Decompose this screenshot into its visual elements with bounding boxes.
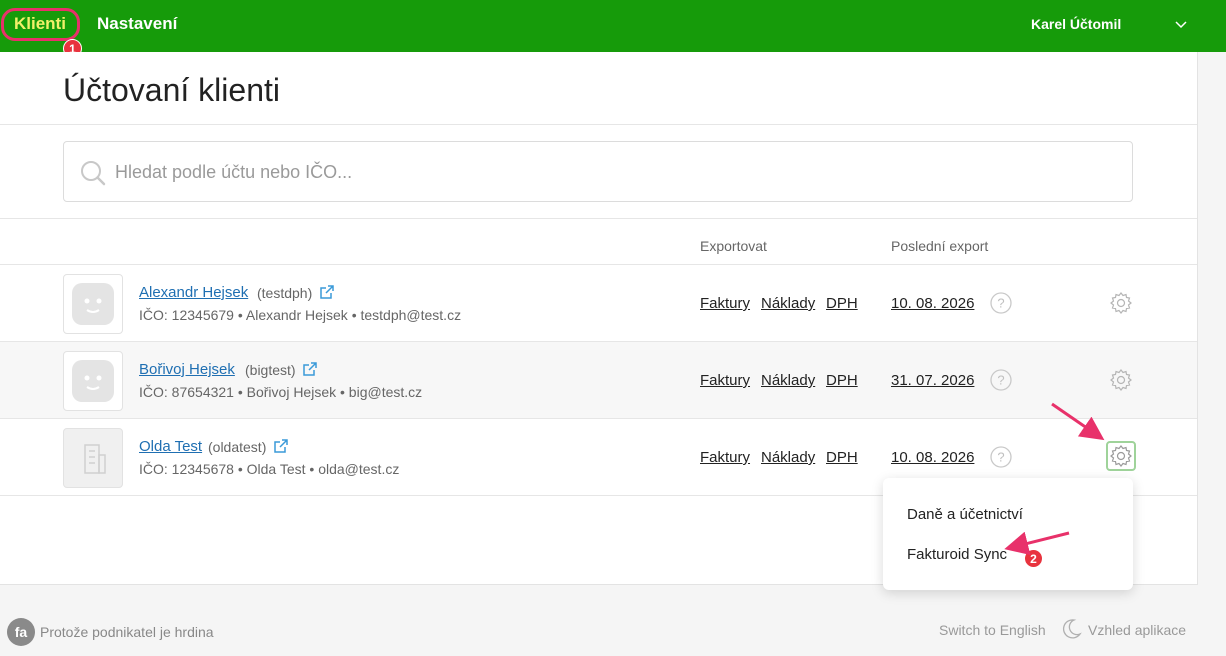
page-title: Účtovaní klienti [63, 72, 280, 108]
fakturoid-logo-icon[interactable]: fa [6, 617, 36, 647]
user-menu-name[interactable]: Karel Účtomil [1031, 16, 1121, 32]
gear-icon[interactable] [1109, 368, 1133, 392]
svg-text:?: ? [997, 296, 1004, 311]
export-vat-link[interactable]: DPH [826, 372, 858, 389]
footer-tagline: Protože podnikatel je hrdina [40, 624, 214, 640]
export-vat-link[interactable]: DPH [826, 449, 858, 466]
building-icon [63, 428, 123, 488]
nav-settings[interactable]: Nastavení [97, 14, 177, 34]
step-badge-2: 2 [1024, 549, 1043, 568]
svg-text:?: ? [997, 373, 1004, 388]
external-link-icon[interactable] [302, 361, 318, 377]
moon-icon[interactable] [1060, 618, 1082, 640]
help-icon[interactable]: ? [990, 446, 1012, 468]
nav-clients[interactable]: Klienti [14, 14, 66, 34]
top-navigation-bar: Klienti Nastavení Karel Účtomil [0, 0, 1226, 52]
gear-icon[interactable] [1109, 291, 1133, 315]
client-login: (bigtest) [245, 362, 296, 378]
search-placeholder: Hledat podle účtu nebo IČO... [115, 162, 353, 182]
robot-avatar-icon [63, 351, 123, 411]
gear-icon[interactable] [1109, 444, 1133, 468]
client-name-link[interactable]: Bořivoj Hejsek [139, 361, 235, 378]
robot-avatar-icon [63, 274, 123, 334]
client-name-link[interactable]: Olda Test [139, 438, 202, 455]
settings-dropdown-menu: Daně a účetnictví Fakturoid Sync [883, 478, 1133, 590]
menu-item-taxes-accounting[interactable]: Daně a účetnictví [907, 506, 1023, 523]
column-header-export: Exportovat [700, 238, 767, 254]
client-info: IČO: 12345679 • Alexandr Hejsek • testdp… [139, 307, 462, 323]
client-row: Bořivoj Hejsek (bigtest) IČO: 87654321 •… [0, 342, 1197, 419]
menu-item-fakturoid-sync[interactable]: Fakturoid Sync [907, 546, 1007, 563]
external-link-icon[interactable] [273, 438, 289, 454]
svg-text:fa: fa [15, 624, 28, 640]
client-info: IČO: 87654321 • Bořivoj Hejsek • big@tes… [139, 384, 423, 400]
divider [0, 218, 1197, 219]
client-login: (oldatest) [208, 439, 267, 455]
export-costs-link[interactable]: Náklady [761, 295, 815, 312]
theme-toggle-link[interactable]: Vzhled aplikace [1088, 622, 1186, 638]
last-export-date[interactable]: 10. 08. 2026 [891, 295, 974, 312]
svg-text:?: ? [997, 450, 1004, 465]
export-invoices-link[interactable]: Faktury [700, 372, 750, 389]
client-login: (testdph) [257, 285, 313, 301]
help-icon[interactable]: ? [990, 369, 1012, 391]
export-invoices-link[interactable]: Faktury [700, 295, 750, 312]
export-costs-link[interactable]: Náklady [761, 372, 815, 389]
export-invoices-link[interactable]: Faktury [700, 449, 750, 466]
search-icon [81, 161, 106, 186]
external-link-icon[interactable] [319, 284, 335, 300]
column-header-last-export: Poslední export [891, 238, 989, 254]
client-row: Alexandr Hejsek (testdph) IČO: 12345679 … [0, 265, 1197, 342]
switch-language-link[interactable]: Switch to English [939, 622, 1046, 638]
client-info: IČO: 12345678 • Olda Test • olda@test.cz [139, 461, 400, 477]
export-vat-link[interactable]: DPH [826, 295, 858, 312]
chevron-down-icon[interactable] [1174, 17, 1188, 31]
search-input[interactable]: Hledat podle účtu nebo IČO... [63, 141, 1133, 202]
help-icon[interactable]: ? [990, 292, 1012, 314]
last-export-date[interactable]: 31. 07. 2026 [891, 372, 974, 389]
export-costs-link[interactable]: Náklady [761, 449, 815, 466]
client-name-link[interactable]: Alexandr Hejsek [139, 284, 248, 301]
divider [0, 124, 1197, 125]
last-export-date[interactable]: 10. 08. 2026 [891, 449, 974, 466]
